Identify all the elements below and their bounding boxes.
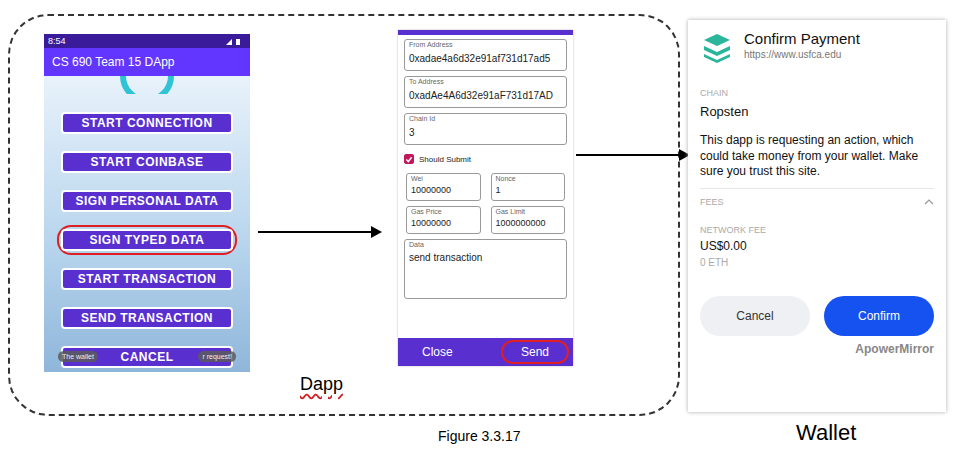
logo-icon bbox=[117, 76, 177, 94]
checkbox-icon[interactable] bbox=[404, 154, 414, 164]
field-value: 0xadAe4A6d32e91aF731d17AD bbox=[409, 90, 553, 101]
app-bar: CS 690 Team 15 DApp bbox=[44, 48, 250, 76]
dapp-button[interactable]: SEND TRANSACTION bbox=[61, 307, 233, 329]
form-button-bar: Close Send bbox=[398, 338, 573, 366]
wallet-titles: Confirm Payment https://www.usfca.edu bbox=[744, 30, 860, 60]
checkbox-label: Should Submit bbox=[419, 155, 471, 164]
chain-value: Ropsten bbox=[700, 104, 934, 119]
wallet-button[interactable]: Confirm bbox=[824, 296, 934, 336]
dapp-button-wrap: START COINBASE bbox=[57, 147, 237, 177]
form-button[interactable]: Close bbox=[402, 340, 473, 364]
figure-caption: Figure 3.3.17 bbox=[438, 428, 521, 444]
dapp-button[interactable]: START COINBASE bbox=[61, 151, 233, 173]
dapp-button-wrap: START CONNECTION bbox=[57, 108, 237, 138]
app-title: CS 690 Team 15 DApp bbox=[52, 55, 175, 69]
field-pair: Gas Price 10000000 Gas Limit 1000000000 bbox=[404, 206, 567, 234]
toast-right: r request! bbox=[198, 351, 236, 362]
fee-usd: US$0.00 bbox=[700, 239, 934, 253]
arrow-icon bbox=[576, 145, 691, 165]
status-bar: 8:54 bbox=[44, 34, 250, 48]
dapp-button-wrap: SIGN PERSONAL DATA bbox=[57, 186, 237, 216]
wallet-url: https://www.usfca.edu bbox=[744, 49, 860, 60]
dapp-button[interactable]: SIGN TYPED DATA bbox=[61, 229, 233, 251]
field-label: To Address bbox=[409, 78, 444, 85]
should-submit-row[interactable]: Should Submit bbox=[404, 150, 567, 168]
wallet-header: Confirm Payment https://www.usfca.edu bbox=[700, 30, 934, 64]
wallet-screenshot: Confirm Payment https://www.usfca.edu CHAI… bbox=[688, 20, 946, 412]
field-label: Wei bbox=[411, 175, 423, 182]
wallet-button[interactable]: Cancel bbox=[700, 296, 810, 336]
toast-left: The wallet bbox=[58, 351, 98, 362]
field-value: 1 bbox=[496, 185, 501, 195]
form-field[interactable]: Wei 10000000 bbox=[406, 173, 481, 201]
form-field[interactable]: To Address 0xadAe4A6d32e91aF731d17AD bbox=[404, 76, 567, 108]
form-button[interactable]: Send bbox=[501, 340, 569, 364]
dapp-button-wrap: START TRANSACTION bbox=[57, 264, 237, 294]
warning-text: This dapp is requesting an action, which… bbox=[700, 133, 934, 189]
form-body: From Address 0xadae4a6d32e91af731d17ad5 To… bbox=[398, 35, 573, 338]
field-label: Gas Price bbox=[411, 208, 442, 215]
button-list: START CONNECTION START COINBASE SIGN PERSO… bbox=[57, 108, 237, 372]
fees-row[interactable]: FEES bbox=[700, 197, 934, 207]
field-label: Data bbox=[409, 241, 424, 248]
form-field[interactable]: Nonce 1 bbox=[491, 173, 566, 201]
field-value: 10000000 bbox=[411, 185, 451, 195]
field-pair: Wei 10000000 Nonce 1 bbox=[404, 173, 567, 201]
form-field[interactable]: Gas Limit 1000000000 bbox=[491, 206, 566, 234]
transaction-form: From Address 0xadae4a6d32e91af731d17ad5 To… bbox=[398, 30, 573, 366]
dapp-button-wrap: SEND TRANSACTION bbox=[57, 303, 237, 333]
status-time: 8:54 bbox=[48, 36, 66, 46]
dapp-button[interactable]: SIGN PERSONAL DATA bbox=[61, 190, 233, 212]
field-label: Gas Limit bbox=[496, 208, 526, 215]
field-label: Nonce bbox=[496, 175, 516, 182]
network-fee-label: NETWORK FEE bbox=[700, 225, 934, 235]
fees-label: FEES bbox=[700, 197, 724, 207]
chevron-up-icon bbox=[924, 199, 934, 205]
dapp-label: Dapp bbox=[300, 374, 343, 395]
dapp-button-wrap: CANCEL bbox=[57, 342, 237, 372]
wallet-label: Wallet bbox=[796, 420, 856, 446]
field-value: send transaction bbox=[409, 252, 482, 263]
dapp-button[interactable]: START TRANSACTION bbox=[61, 268, 233, 290]
data-field[interactable]: Data send transaction bbox=[404, 239, 567, 299]
field-value: 0xadae4a6d32e91af731d17ad5 bbox=[409, 53, 550, 64]
field-label: From Address bbox=[409, 41, 453, 48]
dapp-button-wrap: SIGN TYPED DATA bbox=[57, 225, 237, 255]
wallet-logo-icon bbox=[700, 30, 734, 64]
field-value: 3 bbox=[409, 127, 415, 138]
field-value: 1000000000 bbox=[496, 218, 546, 228]
wallet-title: Confirm Payment bbox=[744, 30, 860, 47]
fee-eth: 0 ETH bbox=[700, 257, 934, 268]
form-top-bar bbox=[398, 30, 573, 35]
field-value: 10000000 bbox=[411, 218, 451, 228]
dapp-button[interactable]: START CONNECTION bbox=[61, 112, 233, 134]
figure: 8:54CS 690 Team 15 DAppSTART CONNECTIONS… bbox=[0, 0, 965, 456]
watermark: ApowerMirror bbox=[855, 342, 934, 356]
phone-body: START CONNECTION START COINBASE SIGN PERSO… bbox=[44, 76, 250, 372]
arrow-icon bbox=[258, 222, 383, 242]
wallet-buttons: Cancel Confirm bbox=[700, 296, 934, 336]
form-field[interactable]: From Address 0xadae4a6d32e91af731d17ad5 bbox=[404, 39, 567, 71]
form-field[interactable]: Chain Id 3 bbox=[404, 113, 567, 145]
form-field[interactable]: Gas Price 10000000 bbox=[406, 206, 481, 234]
chain-label: CHAIN bbox=[700, 88, 934, 98]
phone-screenshot: 8:54 CS 690 Team 15 DApp START CONNECTION S… bbox=[44, 34, 250, 366]
toast: The wallet r request! bbox=[58, 351, 236, 362]
dapp-button[interactable]: CANCEL bbox=[61, 346, 233, 368]
field-label: Chain Id bbox=[409, 115, 435, 122]
